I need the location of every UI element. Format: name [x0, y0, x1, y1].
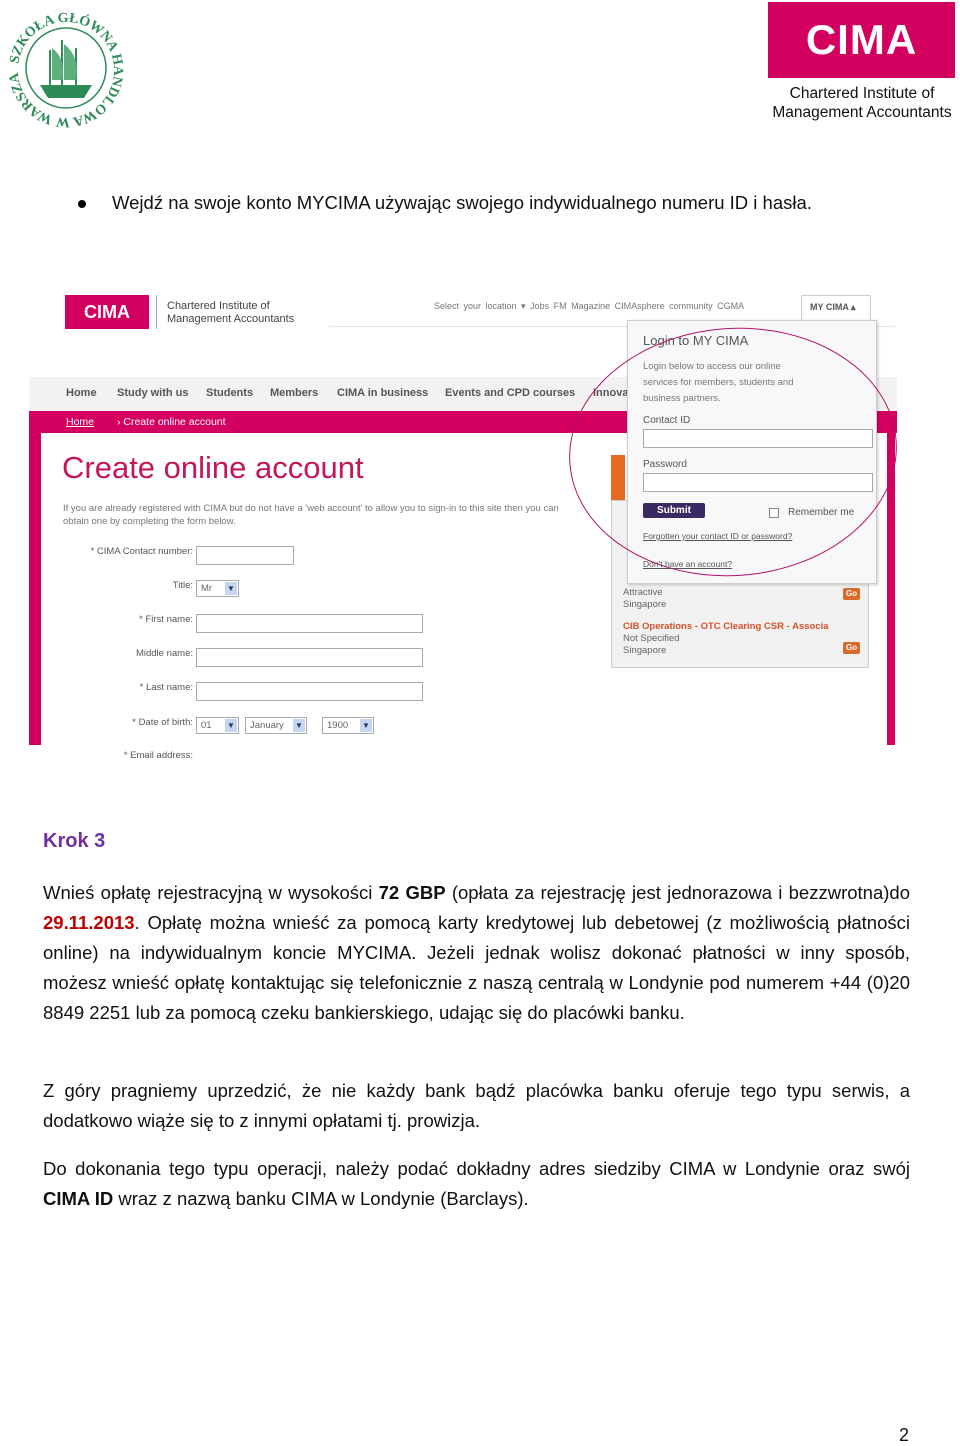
chevron-down-icon: ▼ [360, 719, 372, 732]
site-org-name: Chartered Institute of Management Account… [167, 300, 295, 325]
title-label: Title: [172, 580, 193, 591]
forgot-link[interactable]: Forgotten your contact ID or password? [643, 531, 792, 541]
cima-logo-line1: Chartered Institute of [789, 85, 935, 102]
first-name-label: * First name: [139, 614, 193, 625]
job-go-button[interactable]: Go [843, 588, 860, 600]
nav-students[interactable]: Students [206, 387, 253, 399]
contact-number-input[interactable] [196, 546, 294, 565]
remember-me-label: Remember me [788, 507, 855, 518]
middle-name-label: Middle name: [135, 648, 193, 659]
dob-day-select[interactable]: 01 ▼ [196, 717, 239, 734]
breadcrumb-home[interactable]: Home [66, 416, 94, 428]
job-go-button[interactable]: Go [843, 642, 860, 654]
no-account-link[interactable]: Don't have an account? [643, 559, 732, 569]
submit-button[interactable]: Submit [643, 503, 705, 518]
cima-logo-line2: Management Accountants [772, 104, 952, 121]
chevron-down-icon: ▼ [225, 719, 237, 732]
nav-innovation[interactable]: Innova [593, 387, 628, 399]
orange-banner [611, 455, 625, 500]
bullet-dot-icon [78, 200, 86, 208]
job-location: Attractive Singapore [623, 587, 667, 610]
deadline-date: 29.11.2013 [43, 912, 135, 933]
login-title: Login to MY CIMA [643, 333, 749, 348]
cima-id-bold: CIMA ID [43, 1188, 114, 1209]
cima-logo: CIMA Chartered Institute of Management Ac… [768, 2, 956, 122]
intro-text: If you are already registered with CIMA … [63, 503, 559, 527]
remember-me-checkbox[interactable] [769, 508, 779, 518]
last-name-input[interactable] [196, 682, 423, 701]
first-name-input[interactable] [196, 614, 423, 633]
login-dropdown: Login to MY CIMA Login below to access o… [627, 320, 877, 584]
nav-events[interactable]: Events and CPD courses [445, 387, 575, 399]
page-title: Create online account [62, 450, 364, 485]
login-description: Login below to access our online services… [643, 361, 794, 404]
paragraph-warning: Z góry pragniemy uprzedzić, że nie każdy… [43, 1080, 910, 1131]
paragraph-fee: Wnieś opłatę rejestracyjną w wysokości 7… [43, 882, 910, 1023]
sgh-logo: SZKOŁA GŁÓWNA HANDLOWA W WARSZAWIE [0, 0, 132, 135]
cima-logo-mark: CIMA [768, 2, 955, 78]
chevron-down-icon: ▼ [225, 582, 237, 595]
contact-id-input[interactable] [643, 429, 873, 448]
paragraph-instructions: Do dokonania tego typu operacji, należy … [43, 1158, 910, 1209]
last-name-label: * Last name: [139, 682, 193, 693]
password-input[interactable] [643, 473, 873, 492]
contact-number-label: * CIMA Contact number: [90, 546, 193, 557]
nav-members[interactable]: Members [270, 387, 318, 399]
password-label: Password [643, 459, 687, 470]
chevron-down-icon: ▼ [293, 719, 305, 732]
dob-label: * Date of birth: [132, 717, 193, 728]
fee-amount: 72 GBP [378, 882, 446, 903]
top-links[interactable]: Select your location ▾ Jobs FM Magazine … [434, 301, 744, 312]
dob-month-select[interactable]: January ▼ [245, 717, 307, 734]
nav-home[interactable]: Home [66, 387, 97, 399]
right-border [887, 433, 895, 745]
email-label: * Email address: [123, 750, 193, 758]
cima-website-screenshot: CIMA Chartered Institute of Management Ac… [29, 290, 897, 758]
logo-divider [156, 295, 157, 329]
title-select[interactable]: Mr ▼ [196, 580, 239, 597]
contact-id-label: Contact ID [643, 415, 691, 426]
page-number: 2 [899, 1425, 910, 1445]
site-logo[interactable]: CIMA [65, 295, 149, 329]
dob-year-select[interactable]: 1900 ▼ [322, 717, 374, 734]
nav-business[interactable]: CIMA in business [337, 387, 428, 399]
step-heading: Krok 3 [43, 830, 106, 852]
breadcrumb-current: › Create online account [117, 416, 226, 428]
bullet-text: Wejdź na swoje konto MYCIMA używając swo… [112, 192, 812, 213]
my-cima-tab[interactable]: MY CIMA ▴ [801, 295, 871, 322]
nav-study[interactable]: Study with us [117, 387, 189, 399]
job-item[interactable]: CIB Operations - OTC Clearing CSR - Asso… [623, 621, 829, 657]
middle-name-input[interactable] [196, 648, 423, 667]
